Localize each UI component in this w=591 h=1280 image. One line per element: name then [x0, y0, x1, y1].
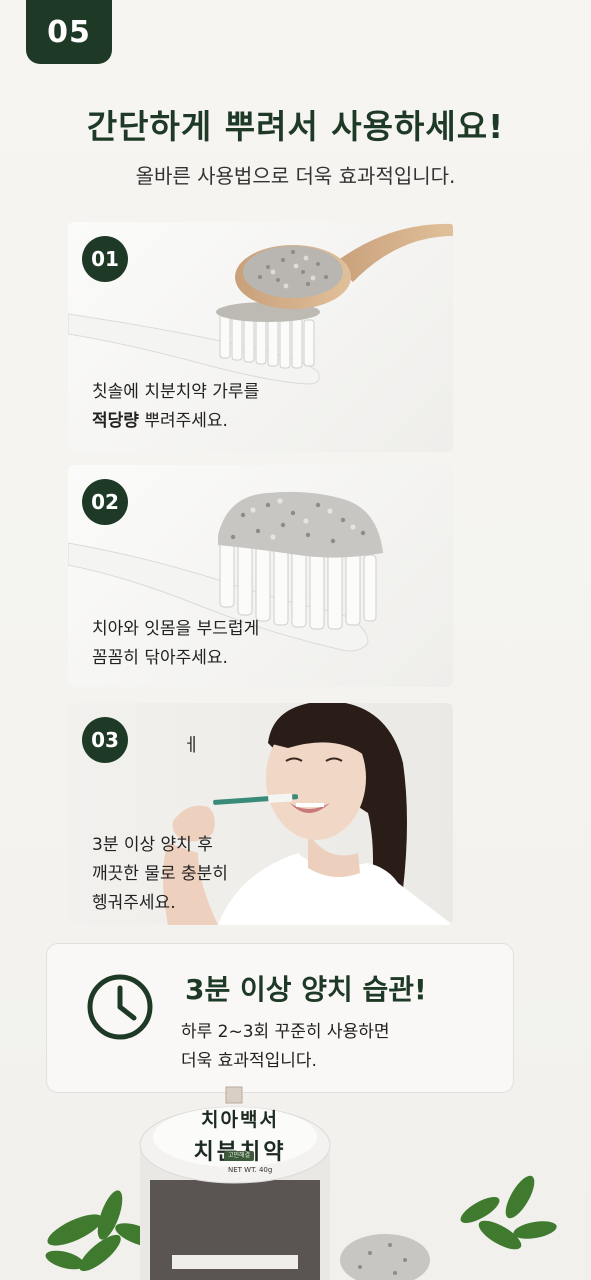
step-number-1: 01 — [82, 236, 128, 282]
page-subtitle: 올바른 사용법으로 더욱 효과적입니다. — [135, 164, 456, 188]
step-card-2: 02 치아와 잇몸을 부드럽게 꼼꼼히 닦아주세요. — [68, 465, 453, 687]
step-1-bold-text: 적당량 — [92, 411, 139, 431]
step-2-line-2: 꼼꼼히 닦아주세요. — [92, 648, 228, 668]
clock-icon — [87, 974, 153, 1040]
usage-guide-page: 05 간단하게 뿌려서 사용하세요! 올바른 사용법으로 더욱 효과적입니다. — [0, 0, 591, 1280]
tip-body: 하루 2~3회 꾸준히 사용하면 더욱 효과적입니다. — [181, 1018, 390, 1076]
section-number-badge: 05 — [26, 0, 112, 64]
step-3-line-3: 헹궈주세요. — [92, 893, 176, 913]
brushing-habit-tip-box: 3분 이상 양치 습관! 하루 2~3회 꾸준히 사용하면 더욱 효과적입니다. — [46, 943, 514, 1093]
product-label-line-2: 치분치약 — [175, 1134, 305, 1166]
step-number-3: 03 — [82, 717, 128, 763]
step-card-1: 01 칫솔에 치분치약 가루를 적당량 뿌려주세요. — [68, 222, 453, 452]
tip-line-1: 하루 2~3회 꾸준히 사용하면 — [181, 1022, 390, 1042]
product-net-weight: NET WT. 40g — [228, 1166, 273, 1174]
step-number-2: 02 — [82, 479, 128, 525]
step-1-line-2: 뿌려주세요. — [138, 411, 228, 431]
step-2-text: 치아와 잇몸을 부드럽게 꼼꼼히 닦아주세요. — [92, 615, 259, 673]
product-tag: 고민해결 — [224, 1151, 254, 1161]
product-label-line-1: 치아백서 — [201, 1109, 279, 1131]
step-card-3: 03 ㅔ 3분 이상 양치 후 깨끗한 물로 충분히 헹궈주세요. — [68, 703, 453, 925]
tip-heading: 3분 이상 양치 습관! — [185, 973, 427, 1006]
tip-line-2: 더욱 효과적입니다. — [181, 1051, 317, 1071]
step-3-line-1: 3분 이상 양치 후 — [92, 835, 213, 855]
step-1-line-1: 칫솔에 치분치약 가루를 — [92, 382, 260, 402]
page-title: 간단하게 뿌려서 사용하세요! — [86, 107, 505, 146]
step-3-text: 3분 이상 양치 후 깨끗한 물로 충분히 헹궈주세요. — [92, 831, 228, 918]
step-1-text: 칫솔에 치분치약 가루를 적당량 뿌려주세요. — [92, 378, 259, 436]
step-2-line-1: 치아와 잇몸을 부드럽게 — [92, 619, 260, 639]
step-3-line-2: 깨끗한 물로 충분히 — [92, 864, 228, 884]
stray-character: ㅔ — [183, 735, 200, 756]
